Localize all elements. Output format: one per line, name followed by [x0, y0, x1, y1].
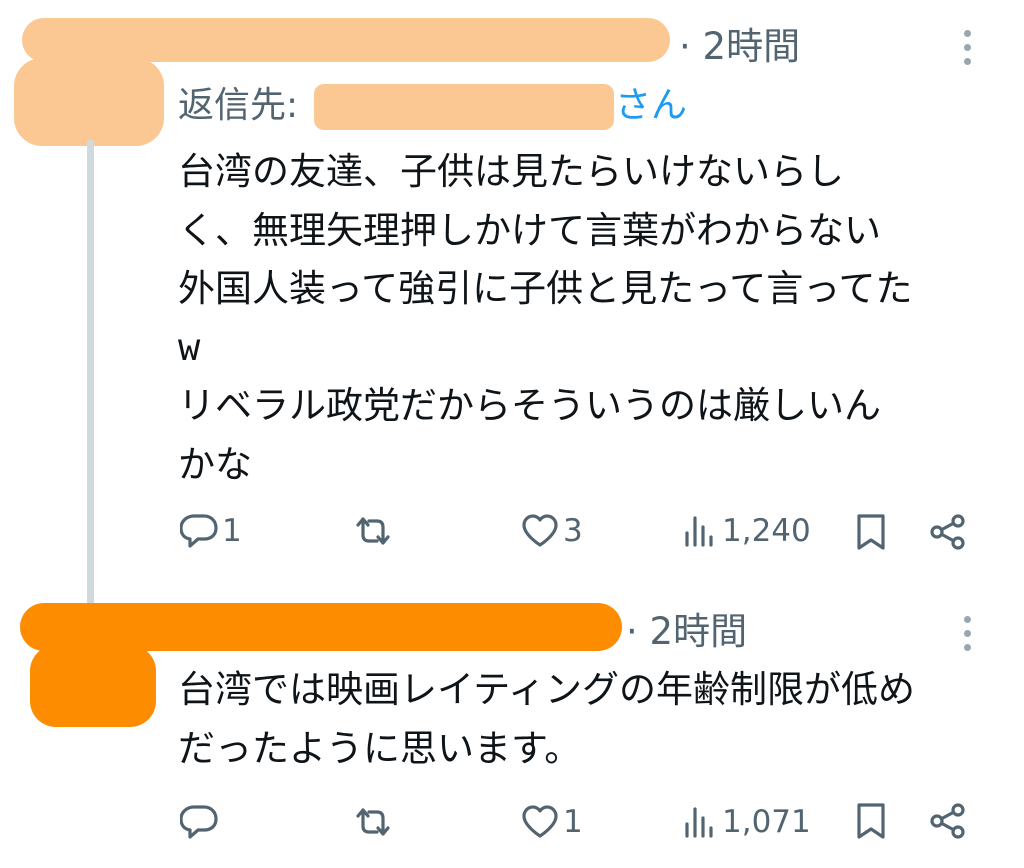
retweet-icon: [356, 517, 390, 545]
views-count: 1,240: [722, 512, 811, 549]
reply-icon: [180, 805, 218, 839]
share-icon: [930, 514, 965, 550]
like-icon: [522, 514, 558, 547]
reply-icon: [180, 514, 218, 548]
redaction-name: [22, 18, 670, 62]
redaction-avatar: [30, 645, 156, 727]
bookmark-icon: [857, 803, 885, 839]
reply-button[interactable]: [180, 804, 222, 840]
reply-to: 返信先: さん: [178, 84, 687, 127]
reply-count: 1: [222, 512, 242, 549]
reply-to-prefix: 返信先:: [178, 85, 299, 126]
like-count: 3: [563, 512, 583, 549]
more-icon[interactable]: [960, 616, 974, 658]
redaction-mention: [314, 84, 614, 130]
like-icon: [522, 805, 558, 838]
tweet-text: 台湾では映画レイティングの年齢制限が低め だったように思います。: [178, 668, 916, 770]
views-icon: [685, 516, 713, 547]
more-icon[interactable]: [960, 30, 974, 72]
like-button[interactable]: 3: [521, 513, 583, 549]
tweet-time[interactable]: · 2時間: [626, 613, 747, 650]
share-button[interactable]: [928, 513, 968, 551]
retweet-button[interactable]: [352, 804, 398, 840]
thread-line: [87, 140, 94, 605]
views-button[interactable]: 1,071: [684, 804, 811, 840]
share-icon: [930, 803, 965, 839]
tweet-time[interactable]: · 2時間: [679, 28, 800, 65]
tweet-text: 台湾の友達、子供は見たらいけないらし く、無理矢理押しかけて言葉がわからない 外…: [178, 150, 913, 486]
share-button[interactable]: [928, 802, 968, 840]
redaction-avatar: [14, 58, 164, 146]
views-button[interactable]: 1,240: [684, 513, 811, 549]
retweet-button[interactable]: [352, 513, 398, 549]
views-count: 1,071: [722, 803, 811, 840]
bookmark-icon: [857, 514, 885, 550]
like-count: 1: [563, 803, 583, 840]
redaction-name: [20, 603, 622, 651]
like-button[interactable]: 1: [521, 804, 583, 840]
bookmark-button[interactable]: [855, 802, 887, 840]
reply-to-mention-suffix[interactable]: さん: [615, 84, 687, 127]
reply-button[interactable]: 1: [180, 513, 242, 549]
views-icon: [685, 807, 713, 838]
bookmark-button[interactable]: [855, 513, 887, 551]
retweet-icon: [356, 808, 390, 836]
